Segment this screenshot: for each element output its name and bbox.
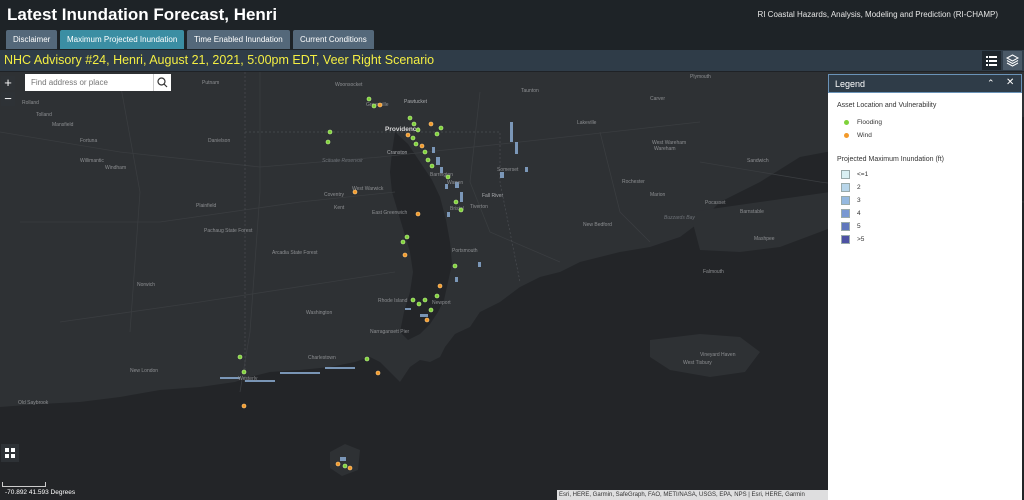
search-input[interactable]: [25, 74, 159, 91]
tab-time-enabled-inundation[interactable]: Time Enabled Inundation: [187, 30, 290, 49]
basemap-gallery-button[interactable]: [1, 444, 19, 462]
inundation-label-3: 3: [857, 197, 861, 204]
legend-panel: Legend ⌃ ✕ Asset Location and Vulnerabil…: [828, 74, 1022, 500]
legend-flooding-label: Flooding: [857, 119, 882, 126]
inundation-label-2: 2: [857, 184, 861, 191]
inundation-label-4: 4: [857, 210, 861, 217]
scale-bar: [2, 482, 46, 487]
grid-icon: [5, 448, 15, 458]
map-attribution: Esri, HERE, Garmin, SafeGraph, FAO, METI…: [557, 490, 830, 500]
tab-maximum-projected-inundation[interactable]: Maximum Projected Inundation: [60, 30, 185, 49]
search-icon: [157, 77, 168, 88]
flooding-marker-swatch: [844, 120, 849, 125]
advisory-bar: NHC Advisory #24, Henri, August 21, 2021…: [0, 50, 1024, 71]
inundation-swatch-4: [841, 209, 850, 218]
tab-current-conditions[interactable]: Current Conditions: [293, 30, 374, 49]
inundation-swatch-6: [841, 235, 850, 244]
zoom-out-button[interactable]: −: [1, 92, 15, 106]
legend-header: Legend ⌃ ✕: [828, 74, 1022, 93]
layers-icon: [1005, 54, 1020, 67]
legend-inundation-heading: Projected Maximum Inundation (ft): [837, 156, 944, 163]
advisory-text: NHC Advisory #24, Henri, August 21, 2021…: [4, 53, 435, 67]
tab-disclaimer[interactable]: Disclaimer: [6, 30, 58, 49]
inundation-swatch-1: [841, 170, 850, 179]
app-header: Latest Inundation Forecast, Henri RI Coa…: [0, 0, 1024, 52]
wind-marker-swatch: [844, 133, 849, 138]
legend-title: Legend: [835, 79, 866, 89]
zoom-in-button[interactable]: +: [1, 76, 15, 90]
close-icon[interactable]: ✕: [1006, 77, 1014, 88]
chevron-up-icon[interactable]: ⌃: [987, 78, 995, 89]
inundation-label-6: >5: [857, 236, 865, 243]
legend-wind-label: Wind: [857, 132, 872, 139]
inundation-label-5: 5: [857, 223, 861, 230]
layers-button[interactable]: [1003, 51, 1022, 70]
organization-title: RI Coastal Hazards, Analysis, Modeling a…: [757, 10, 998, 19]
inundation-label-1: <=1: [857, 171, 869, 178]
coordinate-readout: -70.892 41.593 Degrees: [5, 489, 76, 496]
app-title: Latest Inundation Forecast, Henri: [7, 5, 278, 24]
legend-asset-heading: Asset Location and Vulnerability: [837, 102, 937, 109]
inundation-swatch-3: [841, 196, 850, 205]
search-button[interactable]: [153, 74, 171, 91]
list-icon: [986, 56, 997, 66]
inundation-swatch-5: [841, 222, 850, 231]
inundation-swatch-2: [841, 183, 850, 192]
legend-list-button[interactable]: [982, 51, 1001, 70]
